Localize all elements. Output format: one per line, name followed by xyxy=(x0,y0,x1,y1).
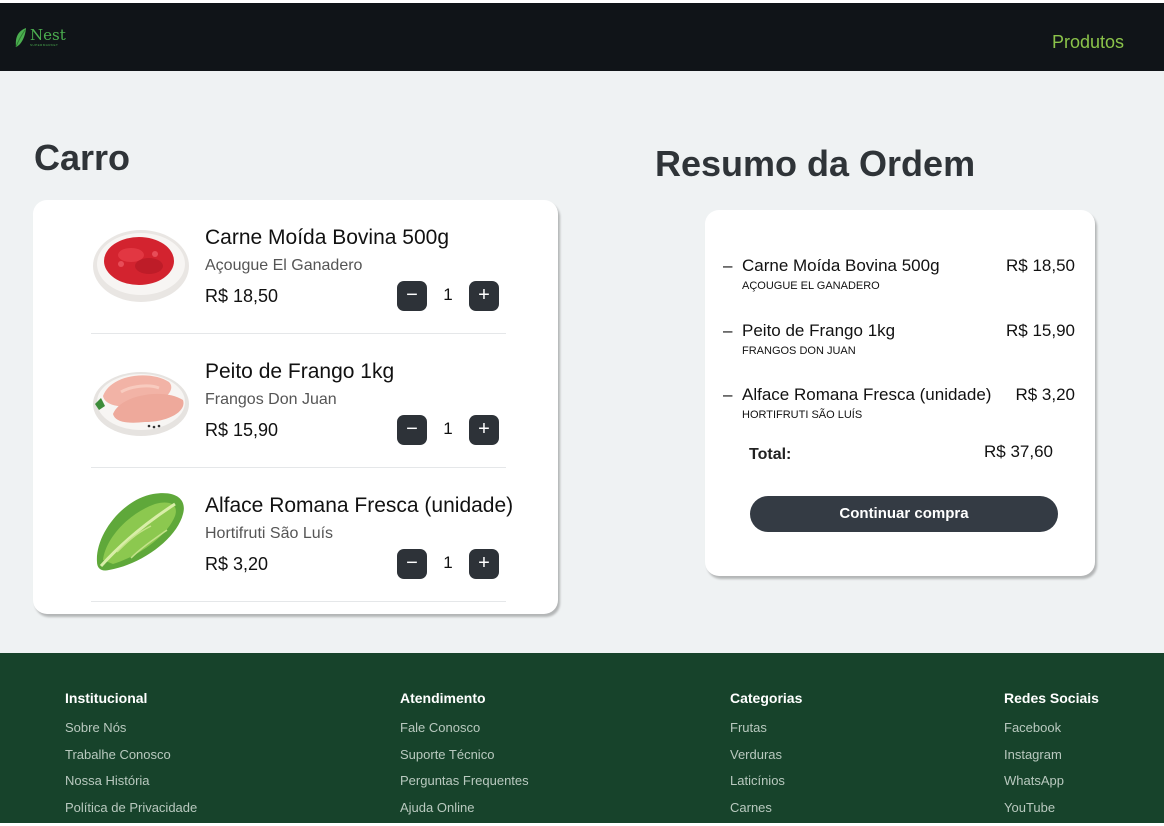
footer-link[interactable]: WhatsApp xyxy=(1004,773,1099,789)
footer-link[interactable]: Nossa História xyxy=(65,773,197,789)
footer-link[interactable]: Suporte Técnico xyxy=(400,747,529,763)
footer-link[interactable]: YouTube xyxy=(1004,800,1099,816)
cart-card: Carne Moída Bovina 500g Açougue El Ganad… xyxy=(33,200,558,614)
order-summary-card: – Carne Moída Bovina 500g Açougue El Gan… xyxy=(705,210,1095,576)
cart-item: Carne Moída Bovina 500g Açougue El Ganad… xyxy=(91,200,506,334)
quantity-stepper: − 1 + xyxy=(397,281,499,311)
footer-link[interactable]: Frutas xyxy=(730,720,802,736)
footer-link[interactable]: Trabalhe Conosco xyxy=(65,747,197,763)
cart-item-name: Carne Moída Bovina 500g xyxy=(205,226,449,249)
cart-item-store: Hortifruti São Luís xyxy=(205,525,334,542)
cart-title: Carro xyxy=(34,137,131,178)
cart-item: Peito de Frango 1kg Frangos Don Juan R$ … xyxy=(91,334,506,468)
logo[interactable]: Nest SUPERMARKET xyxy=(14,27,66,49)
footer-heading: Atendimento xyxy=(400,690,486,706)
increase-quantity-button[interactable]: + xyxy=(469,281,499,311)
nav-link-produtos[interactable]: Produtos xyxy=(1052,32,1124,53)
footer-column-categorias: Categorias Frutas Verduras Laticínios Ca… xyxy=(730,690,802,826)
footer: Institucional Sobre Nós Trabalhe Conosco… xyxy=(0,653,1164,823)
logo-name: Nest xyxy=(30,26,66,44)
quantity-value: 1 xyxy=(443,419,453,438)
footer-link[interactable]: Verduras xyxy=(730,747,802,763)
footer-column-redes-sociais: Redes Sociais Facebook Instagram WhatsAp… xyxy=(1004,690,1099,826)
leaf-logo-icon xyxy=(15,28,26,48)
summary-item-price: R$ 15,90 xyxy=(1006,321,1075,340)
cart-item: Alface Romana Fresca (unidade) Hortifrut… xyxy=(91,468,513,602)
summary-item: – Carne Moída Bovina 500g Açougue El Gan… xyxy=(723,252,1075,296)
quantity-stepper: − 1 + xyxy=(397,415,499,445)
footer-link[interactable]: Fale Conosco xyxy=(400,720,529,736)
romaine-lettuce-image xyxy=(96,493,184,571)
footer-heading: Institucional xyxy=(65,690,148,706)
increase-quantity-button[interactable]: + xyxy=(469,549,499,579)
summary-item-price: R$ 3,20 xyxy=(1015,385,1075,404)
decrease-quantity-button[interactable]: − xyxy=(397,549,427,579)
summary-item-name: Peito de Frango 1kg xyxy=(742,321,896,340)
footer-link[interactable]: Facebook xyxy=(1004,720,1099,736)
summary-item-name: Alface Romana Fresca (unidade) xyxy=(742,385,992,404)
summary-dash: – xyxy=(723,385,733,404)
summary-item: – Alface Romana Fresca (unidade) Hortifr… xyxy=(723,381,1075,425)
cart-item-store: Frangos Don Juan xyxy=(205,391,337,408)
cart-item-price: R$ 15,90 xyxy=(205,420,279,440)
footer-link[interactable]: Política de Privacidade xyxy=(65,800,197,816)
summary-item-store: Açougue El Ganadero xyxy=(742,280,880,292)
decrease-quantity-button[interactable]: − xyxy=(397,281,427,311)
quantity-stepper: − 1 + xyxy=(397,549,499,579)
summary-item-name: Carne Moída Bovina 500g xyxy=(742,256,940,275)
total-label: Total: xyxy=(749,446,792,463)
footer-heading: Redes Sociais xyxy=(1004,690,1099,706)
total-value: R$ 37,60 xyxy=(984,442,1053,461)
summary-dash: – xyxy=(723,256,733,275)
quantity-value: 1 xyxy=(443,553,453,572)
main-content: Carro Carne Moída Bovina 500g Açougue El… xyxy=(0,71,1164,653)
footer-heading: Categorias xyxy=(730,690,803,706)
quantity-value: 1 xyxy=(443,285,453,304)
cart-item-price: R$ 3,20 xyxy=(205,554,269,574)
increase-quantity-button[interactable]: + xyxy=(469,415,499,445)
summary-item: – Peito de Frango 1kg Frangos Don Juan R… xyxy=(723,317,1075,361)
footer-link[interactable]: Perguntas Frequentes xyxy=(400,773,529,789)
continue-purchase-button[interactable]: Continuar compra xyxy=(750,496,1058,532)
ground-beef-image xyxy=(93,230,189,302)
cart-item-name: Peito de Frango 1kg xyxy=(205,360,395,383)
order-summary-title: Resumo da Ordem xyxy=(655,143,976,184)
footer-link[interactable]: Instagram xyxy=(1004,747,1099,763)
cart-item-name: Alface Romana Fresca (unidade) xyxy=(205,494,514,517)
logo-subtitle: SUPERMARKET xyxy=(30,43,59,47)
footer-link[interactable]: Laticínios xyxy=(730,773,802,789)
footer-link[interactable]: Ajuda Online xyxy=(400,800,529,816)
top-navbar: Nest SUPERMARKET Produtos xyxy=(0,3,1164,71)
chicken-breast-image xyxy=(93,372,189,436)
cart-item-price: R$ 18,50 xyxy=(205,286,279,306)
summary-dash: – xyxy=(723,321,733,340)
footer-column-atendimento: Atendimento Fale Conosco Suporte Técnico… xyxy=(400,690,529,826)
decrease-quantity-button[interactable]: − xyxy=(397,415,427,445)
summary-item-price: R$ 18,50 xyxy=(1006,256,1075,275)
footer-link[interactable]: Carnes xyxy=(730,800,802,816)
summary-item-store: Hortifruti São Luís xyxy=(742,409,863,421)
footer-link[interactable]: Sobre Nós xyxy=(65,720,197,736)
summary-item-store: Frangos Don Juan xyxy=(742,345,856,357)
footer-column-institucional: Institucional Sobre Nós Trabalhe Conosco… xyxy=(65,690,197,826)
cart-item-store: Açougue El Ganadero xyxy=(205,257,363,274)
